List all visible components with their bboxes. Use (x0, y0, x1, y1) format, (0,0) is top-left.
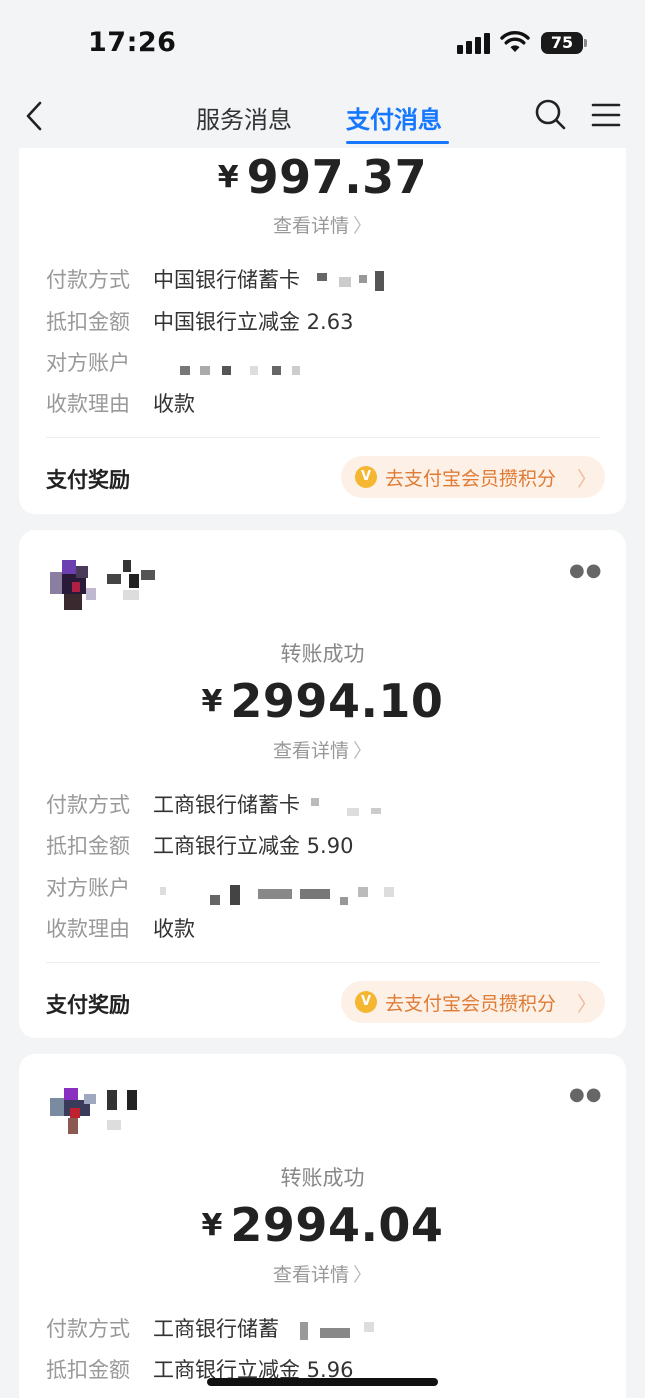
more-icon[interactable]: ●● (569, 560, 602, 581)
view-details-link[interactable]: 查看详情〉 (19, 211, 626, 238)
redacted-mosaic (160, 362, 310, 382)
divider (46, 437, 600, 438)
transaction-card[interactable]: ●● 转账成功 ¥2994.10 查看详情〉 付款方式 工商银行储蓄卡 抵扣金额工… (19, 530, 626, 1038)
info-row-payment-method: 付款方式 工商银行储蓄卡 (46, 789, 387, 819)
chevron-right-icon: 〉 (353, 215, 373, 237)
reward-label: 支付奖励 (46, 993, 130, 1017)
redacted-mosaic (307, 271, 387, 291)
battery-icon: 75 (541, 32, 587, 54)
home-indicator (207, 1378, 438, 1386)
view-details-link[interactable]: 查看详情〉 (19, 1260, 626, 1287)
search-icon[interactable] (532, 96, 568, 132)
transaction-card[interactable]: ¥997.37 查看详情〉 付款方式 中国银行储蓄卡 抵扣金额 中国银行立减金 2.… (19, 148, 626, 514)
status-bar: 17:26 75 (0, 0, 645, 88)
chevron-right-icon: 〉 (353, 1264, 373, 1286)
reward-points-button[interactable]: V 去支付宝会员攒积分 〉 (341, 981, 605, 1023)
info-row-reason: 收款理由 收款 (46, 392, 195, 416)
chevron-right-icon: 〉 (577, 992, 597, 1016)
more-icon[interactable]: ●● (569, 1084, 602, 1105)
redacted-mosaic (286, 1320, 386, 1340)
info-row-payment-method: 付款方式 工商银行储蓄 (46, 1313, 386, 1343)
redacted-mosaic (307, 796, 387, 816)
chevron-right-icon: 〉 (353, 740, 373, 762)
tab-service-messages[interactable]: 服务消息 (196, 100, 292, 135)
back-arrow-icon[interactable] (20, 98, 50, 134)
redacted-mosaic (159, 885, 410, 907)
amount: ¥2994.04 (201, 1198, 444, 1252)
nav-bar: 服务消息 支付消息 (0, 88, 645, 148)
menu-icon[interactable] (590, 100, 622, 130)
transfer-status: 转账成功 (280, 642, 365, 666)
info-row-counterparty: 对方账户 (46, 872, 410, 905)
info-row-discount: 抵扣金额 中国银行立减金 2.63 (46, 310, 354, 334)
tab-active-indicator (346, 141, 449, 144)
info-row-payment-method: 付款方式 中国银行储蓄卡 (46, 264, 387, 294)
divider (46, 962, 600, 963)
amount: ¥2994.10 (201, 674, 444, 728)
payee-name-redacted (107, 560, 167, 606)
status-time: 17:26 (88, 27, 177, 58)
info-row-counterparty: 对方账户 (46, 347, 310, 377)
tab-payment-messages[interactable]: 支付消息 (346, 100, 442, 135)
coin-icon: V (355, 466, 377, 488)
info-row-reason: 收款理由 收款 (46, 917, 195, 941)
avatar (50, 1084, 98, 1134)
payee-name-redacted (107, 1084, 167, 1130)
transfer-status: 转账成功 (280, 1166, 365, 1190)
wifi-icon (500, 31, 530, 52)
chevron-right-icon: 〉 (577, 467, 597, 491)
view-details-link[interactable]: 查看详情〉 (19, 736, 626, 763)
reward-label: 支付奖励 (46, 468, 130, 492)
battery-level: 75 (541, 32, 583, 54)
amount: ¥997.37 (217, 150, 428, 204)
transaction-card[interactable]: ●● 转账成功 ¥2994.04 查看详情〉 付款方式 工商银行储蓄 抵扣金额 工商… (19, 1054, 626, 1398)
info-row-discount: 抵扣金额 工商银行立减金 5.90 (46, 834, 354, 858)
coin-icon: V (355, 991, 377, 1013)
signal-icon (457, 32, 491, 54)
avatar (50, 560, 98, 610)
reward-points-button[interactable]: V 去支付宝会员攒积分 〉 (341, 456, 605, 498)
